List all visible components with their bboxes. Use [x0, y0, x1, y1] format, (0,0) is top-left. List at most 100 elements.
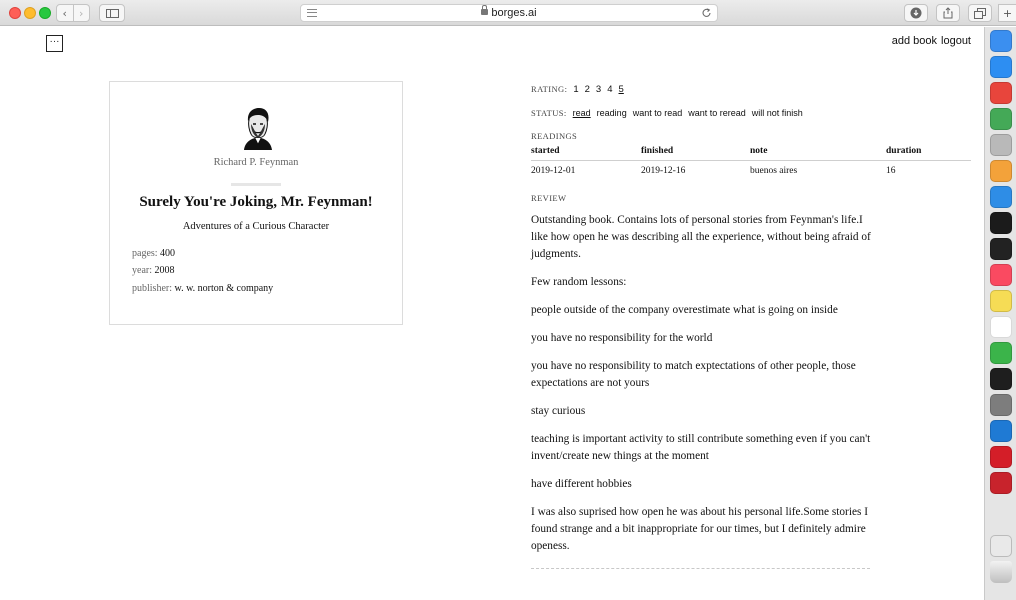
readings-label: READINGS [531, 131, 578, 141]
status-option-want-to-read[interactable]: want to read [633, 108, 683, 118]
review-paragraph: I was also suprised how open he was abou… [531, 506, 868, 552]
status-option-will-not-finish[interactable]: will not finish [752, 108, 803, 118]
ellipsis-icon: ··· [49, 35, 60, 47]
pages-value: 400 [160, 248, 176, 259]
maps-icon[interactable] [990, 108, 1012, 130]
maximize-window-button[interactable] [39, 7, 51, 19]
review-text[interactable]: Outstanding book. Contains lots of perso… [531, 212, 871, 566]
card-divider [231, 183, 281, 186]
chevron-right-icon: › [79, 6, 84, 20]
mail-icon[interactable] [990, 186, 1012, 208]
sidebar-icon [105, 8, 119, 18]
speed-icon[interactable] [990, 472, 1012, 494]
url-display: borges.ai [301, 5, 717, 19]
year-value: 2008 [154, 265, 175, 276]
goland-icon[interactable] [990, 212, 1012, 234]
book-card: Richard P. Feynman Surely You're Joking,… [109, 81, 403, 325]
close-window-button[interactable] [9, 7, 21, 19]
photos-icon[interactable] [990, 160, 1012, 182]
status-label: STATUS: [531, 108, 567, 118]
column-header-duration: duration [886, 146, 971, 161]
book-year: year: 2008 [132, 265, 175, 276]
lock-icon [481, 5, 489, 15]
review-paragraph: people outside of the company overestima… [531, 304, 838, 316]
review-paragraph: have different hobbies [531, 478, 632, 490]
table-header-row: started finished note duration [531, 146, 971, 161]
add-book-link[interactable]: add book [892, 35, 937, 47]
share-icon [943, 7, 953, 19]
book-publisher: publisher: w. w. norton & company [132, 283, 273, 294]
downloads-stack-icon[interactable] [990, 535, 1012, 557]
minimize-window-button[interactable] [24, 7, 36, 19]
pages-label: pages: [132, 248, 158, 259]
tab-overview-button[interactable] [968, 4, 992, 22]
review-paragraph: stay curious [531, 405, 586, 417]
status-selector: STATUS: read reading want to read want t… [531, 108, 803, 118]
reload-icon[interactable] [702, 5, 712, 21]
macos-dock [984, 27, 1016, 600]
rating-option-4[interactable]: 4 [607, 84, 612, 95]
download-icon [910, 7, 922, 19]
review-paragraph: teaching is important activity to still … [531, 433, 871, 462]
keychain-icon[interactable] [990, 134, 1012, 156]
sidebar-toggle-button[interactable] [99, 4, 125, 22]
column-header-finished: finished [641, 146, 750, 161]
table-row[interactable]: 2019-12-01 2019-12-16 buenos aires 16 [531, 161, 971, 176]
forward-button[interactable]: › [73, 4, 90, 22]
readings-table: started finished note duration 2019-12-0… [531, 146, 971, 176]
finder-icon[interactable] [990, 30, 1012, 52]
review-paragraph: you have no responsibility to match expt… [531, 360, 856, 389]
lastfm-icon[interactable] [990, 446, 1012, 468]
chevron-left-icon: ‹ [62, 6, 67, 20]
trash-icon[interactable] [990, 561, 1012, 583]
history-navigation: ‹ › [56, 4, 90, 22]
reading-duration: 16 [886, 166, 896, 176]
music-icon[interactable] [990, 264, 1012, 286]
back-button[interactable]: ‹ [56, 4, 74, 22]
calendar-icon[interactable] [990, 316, 1012, 338]
review-paragraph: you have no responsibility for the world [531, 332, 713, 344]
rating-option-3[interactable]: 3 [596, 84, 601, 95]
safari-icon[interactable] [990, 56, 1012, 78]
book-author: Richard P. Feynman [213, 157, 299, 168]
tabs-icon [974, 7, 986, 19]
book-pages: pages: 400 [132, 248, 175, 259]
xcode-icon[interactable] [990, 342, 1012, 364]
menu-button[interactable]: ··· [46, 35, 63, 52]
review-paragraph: Few random lessons: [531, 276, 627, 288]
review-separator [531, 568, 870, 569]
rating-option-2[interactable]: 2 [585, 84, 590, 95]
reading-finished: 2019-12-16 [641, 166, 686, 176]
url-text: borges.ai [491, 7, 537, 19]
year-label: year: [132, 265, 152, 276]
rating-label: RATING: [531, 84, 568, 94]
author-portrait-icon [244, 108, 272, 150]
activity-monitor-icon[interactable] [990, 368, 1012, 390]
publisher-value: w. w. norton & company [174, 283, 274, 294]
address-bar[interactable]: borges.ai [300, 4, 718, 22]
rating-selector: RATING: 1 2 3 4 5 [531, 84, 624, 95]
status-option-reading[interactable]: reading [597, 108, 627, 118]
rating-option-5[interactable]: 5 [619, 84, 624, 95]
book-title: Surely You're Joking, Mr. Feynman! [139, 194, 373, 210]
review-label: REVIEW [531, 193, 567, 203]
status-option-want-to-reread[interactable]: want to reread [688, 108, 746, 118]
top-navigation: add book logout [892, 35, 971, 47]
status-option-read[interactable]: read [573, 108, 591, 118]
notes-icon[interactable] [990, 290, 1012, 312]
reading-started: 2019-12-01 [531, 166, 576, 176]
chrome-icon[interactable] [990, 82, 1012, 104]
share-button[interactable] [936, 4, 960, 22]
plus-icon: + [1002, 6, 1013, 20]
column-header-started: started [531, 146, 641, 161]
vscode-icon[interactable] [990, 420, 1012, 442]
reading-note: buenos aires [750, 166, 798, 176]
logout-link[interactable]: logout [941, 35, 971, 47]
system-preferences-icon[interactable] [990, 394, 1012, 416]
terminal-icon[interactable] [990, 238, 1012, 260]
book-subtitle: Adventures of a Curious Character [182, 221, 330, 232]
downloads-button[interactable] [904, 4, 928, 22]
new-tab-button[interactable]: + [998, 4, 1016, 22]
rating-option-1[interactable]: 1 [573, 84, 578, 95]
column-header-note: note [750, 146, 886, 161]
